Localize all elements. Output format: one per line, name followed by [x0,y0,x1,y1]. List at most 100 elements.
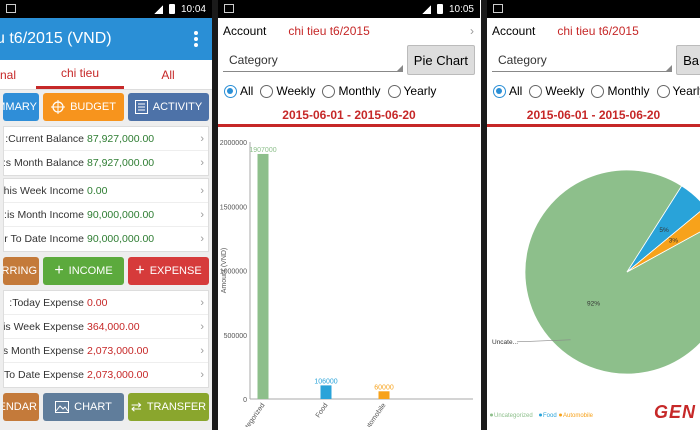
legend-item: Food [543,413,557,419]
row-value: 2,073,000.00 [87,369,149,381]
period-radio-group: All Weekly Monthly Yearly [487,77,700,105]
expense-label: EXPENSE [149,265,202,277]
plus-icon: + [135,262,145,279]
radio-icon [591,84,605,98]
tab-personal[interactable]: nal [0,60,36,89]
radio-selected-icon [224,84,237,98]
row-label: s Month Balance: [4,157,84,169]
pie-slice-label: 5% [659,227,669,234]
row-value: 364,000.00 [87,320,140,333]
account-label: Account [492,23,536,38]
bar-chart: 0 500000 1000000 1500000 2000000 Amount (VND)… [218,127,480,430]
income-group: his Week Income:0.00 › is Month Income:90… [3,178,209,252]
transfer-button[interactable]: ⇄ TRANSFER [128,393,209,421]
chevron-right-icon: › [200,133,204,145]
radio-monthly[interactable]: Monthly [322,84,381,98]
x-tick-label: Automobile [362,402,388,427]
bar-chart-button[interactable]: Ba [676,45,700,75]
today-expense-row[interactable]: Today Expense: 0.00 › [4,291,208,315]
status-time: 10:04 [180,3,206,15]
account-title: u t6/2015 (VND) [0,30,112,47]
calendar-button[interactable]: ENDAR [3,393,39,421]
tertiary-button-row: ENDAR CHART ⇄ TRANSFER [0,390,212,424]
plus-icon: + [54,262,64,279]
pie-chart-button[interactable]: Pie Chart [406,45,475,75]
radio-monthly[interactable]: Monthly [591,84,650,98]
budget-button[interactable]: BUDGET [43,93,124,121]
month-expense-row[interactable]: s Month Expense:2,073,000.00 › [4,339,208,363]
primary-button-row: MMARY BUDGET ACTIVITY [0,90,212,124]
radio-all[interactable]: All [224,84,253,98]
account-row[interactable]: Account chi tieu t6/2015 › [218,18,480,43]
chevron-right-icon: › [200,185,204,197]
income-label: INCOME [68,265,113,277]
image-notification-icon [224,4,234,13]
x-tick-label: Food [315,402,330,419]
secondary-button-row: URRING + INCOME + EXPENSE [0,254,212,288]
bar-food [320,385,332,399]
row-value: 87,927,000.00 [87,132,155,145]
status-bar: 10:05 [218,0,480,18]
income-button[interactable]: + INCOME [43,257,124,285]
row-label: To Date Expense: [4,369,84,381]
overflow-menu-icon[interactable] [194,31,198,47]
signal-icon [153,4,163,14]
tab-chi-tieu[interactable]: chi tieu [36,60,124,89]
month-income-row[interactable]: is Month Income: 90,000,000.00 › [4,203,208,227]
transfer-label: TRANSFER [146,401,207,413]
legend-swatch [490,413,493,417]
radio-icon [529,84,543,98]
radio-label: Monthly [607,84,650,98]
tab-all[interactable]: All [124,60,212,89]
chevron-right-icon: › [200,157,204,169]
bar-automobile [378,391,390,399]
radio-label: Weekly [276,84,316,98]
chevron-right-icon: › [200,345,204,357]
bar-value-label: 1907000 [249,147,276,154]
current-balance-row[interactable]: Current Balance: 87,927,000.00 › [4,127,208,151]
category-select-label: Category [498,52,547,67]
dashboard-pane: 10:04 u t6/2015 (VND) nal chi tieu All M… [0,0,212,430]
bar-chart-svg: 0500000100000015000002000000Amount (VND)… [220,140,473,430]
chart-button[interactable]: CHART [43,393,124,421]
recurring-button[interactable]: URRING [3,257,39,285]
bar-value-label: 106000 [314,378,337,385]
expense-button[interactable]: + EXPENSE [128,257,209,285]
account-row[interactable]: Account chi tieu t6/2015 [487,18,700,43]
radio-all[interactable]: All [493,84,522,98]
chevron-right-icon: › [200,297,204,309]
category-row: Category Ba [487,43,700,77]
battery-icon [436,4,443,14]
chevron-right-icon: › [470,23,474,38]
status-time: 10:05 [448,3,474,15]
month-balance-row[interactable]: s Month Balance:87,927,000.00 › [4,151,208,175]
bar-value-label: 60000 [374,384,394,391]
category-select[interactable]: Category [223,48,403,72]
status-bar: 10:04 [0,0,212,18]
ytd-income-row[interactable]: r To Date Income:90,000,000.00 › [4,227,208,251]
chevron-right-icon: › [200,233,204,245]
ytd-expense-row[interactable]: To Date Expense:2,073,000.00 › [4,363,208,387]
radio-label: All [240,84,254,98]
radio-icon [260,84,274,98]
legend-item: Uncategorized [494,413,533,419]
balance-group: Current Balance: 87,927,000.00 › s Month B… [3,126,209,176]
row-value: 90,000,000.00 [87,233,155,245]
radio-weekly[interactable]: Weekly [260,84,315,98]
radio-yearly[interactable]: Yearly [656,84,700,98]
summary-button[interactable]: MMARY [3,93,39,121]
recurring-label: URRING [3,265,37,277]
row-value: 0.00 [87,184,108,197]
category-select[interactable]: Category [492,48,672,72]
radio-weekly[interactable]: Weekly [529,84,584,98]
chart-label: CHART [74,401,112,413]
callout-label: Uncate... [492,339,518,346]
row-value: 0.00 [87,296,108,309]
week-income-row[interactable]: his Week Income:0.00 › [4,179,208,203]
activity-button[interactable]: ACTIVITY [128,93,209,121]
budget-label: BUDGET [70,101,116,113]
category-row: Category Pie Chart [218,43,480,77]
week-expense-row[interactable]: is Week Expense:364,000.00 › [4,315,208,339]
radio-label: All [509,84,523,98]
radio-yearly[interactable]: Yearly [387,84,436,98]
